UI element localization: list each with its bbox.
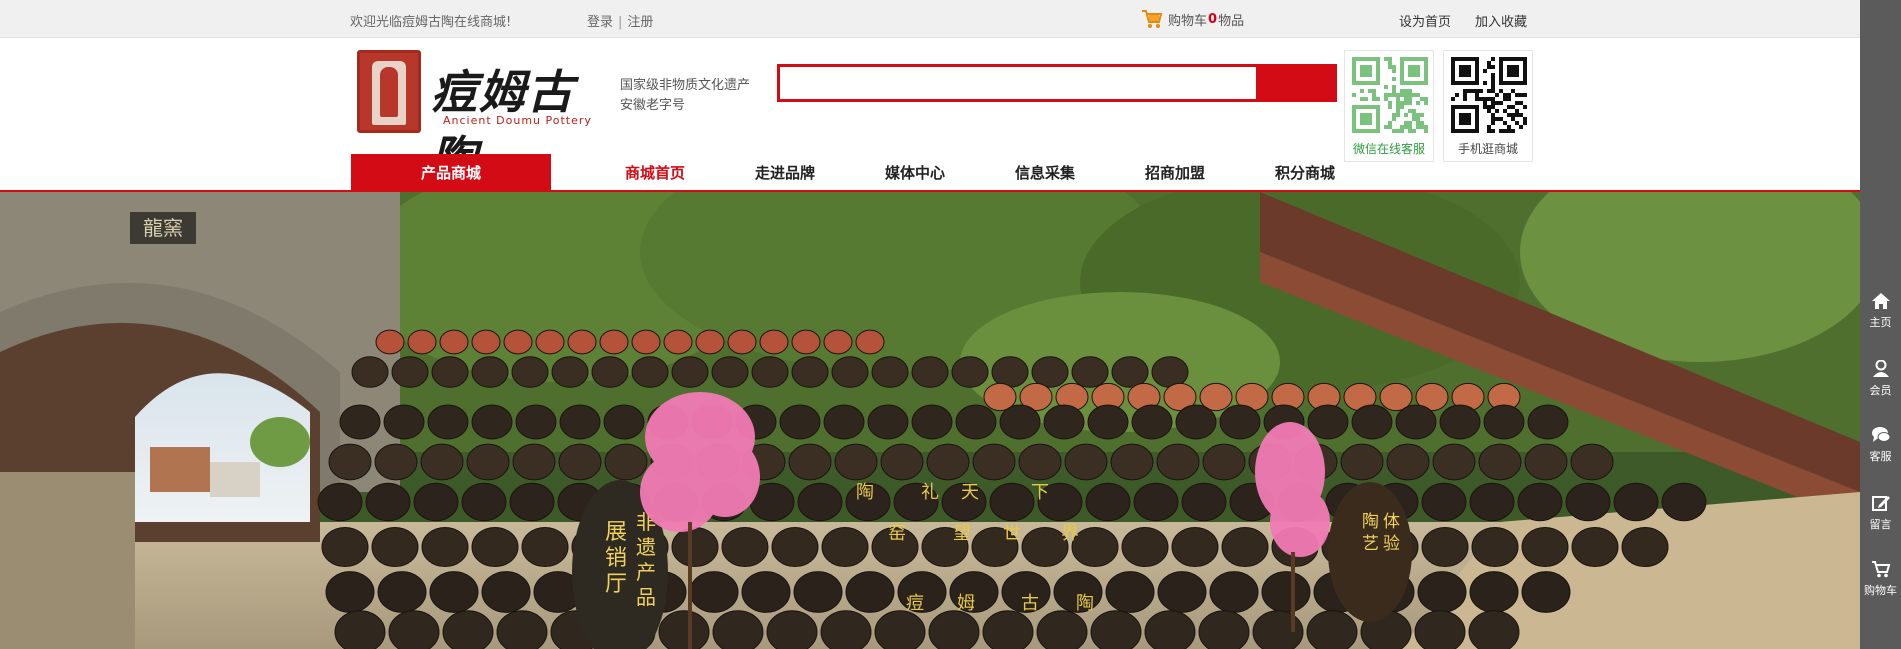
wall-char-3-3: 陶 — [1076, 593, 1094, 614]
cart-unit: 物品 — [1218, 13, 1245, 29]
sidebar-item-message[interactable]: 留言 — [1860, 488, 1901, 544]
nav-item-brand[interactable]: 走进品牌 — [755, 154, 815, 192]
banner-image: 龍窯 展 销 厅 非 遗 产 品 陶 艺 体 验 陶 礼 天 下 窑 望 世 界… — [0, 192, 1860, 649]
logo-seal — [357, 50, 421, 133]
jar-left-char-4: 遗 — [636, 535, 656, 559]
jar-left-char-5: 产 — [636, 560, 656, 584]
hero-banner[interactable]: 龍窯 展 销 厅 非 遗 产 品 陶 艺 体 验 陶 礼 天 下 窑 望 世 界… — [0, 192, 1860, 649]
cart-icon — [1142, 10, 1163, 28]
jar-left-char-6: 品 — [636, 585, 656, 609]
jar-right-char-3: 验 — [1383, 534, 1400, 554]
cart-icon — [1871, 561, 1890, 578]
wall-char-1-0: 陶 — [856, 482, 874, 503]
jar-left-char-2: 厅 — [605, 572, 627, 597]
sidebar-item-home[interactable]: 主页 — [1860, 286, 1901, 342]
cart-label: 购物车 — [1168, 13, 1208, 29]
sidebar-label-cart: 购物车 — [1864, 584, 1897, 597]
wall-char-3-2: 古 — [1021, 593, 1039, 614]
gate-sign: 龍窯 — [143, 216, 183, 240]
tagline: 国家级非物质文化遗产 安徽老字号 — [620, 76, 750, 116]
welcome-text: 欢迎光临痘姆古陶在线商城! — [350, 15, 512, 30]
mobile-qr-icon — [1451, 57, 1527, 133]
sidebar-item-cart[interactable]: 购物车 — [1860, 554, 1901, 610]
jar-right-char-0: 陶 — [1362, 512, 1379, 532]
auth-links: 登录 | 注册 — [587, 11, 653, 30]
auth-divider: | — [618, 15, 623, 30]
nav-item-points-mall[interactable]: 积分商城 — [1275, 154, 1335, 192]
user-icon — [1872, 360, 1889, 377]
sidebar-item-service[interactable]: 客服 — [1860, 420, 1901, 476]
chat-icon — [1871, 427, 1890, 442]
edit-icon — [1871, 496, 1890, 511]
wall-char-2-3: 界 — [1061, 523, 1079, 544]
product-category-button[interactable]: 产品商城 — [351, 154, 551, 192]
login-link[interactable]: 登录 — [587, 15, 613, 30]
search-input[interactable] — [780, 67, 1258, 99]
sidebar-label-home: 主页 — [1869, 316, 1892, 329]
set-home-link[interactable]: 设为首页 — [1399, 11, 1451, 30]
wall-char-1-2: 天 — [961, 482, 979, 503]
topbar-cart-link[interactable]: 购物车 0 物品 — [1141, 9, 1244, 29]
nav-item-media[interactable]: 媒体中心 — [885, 154, 945, 192]
wall-char-2-1: 望 — [953, 523, 971, 544]
wall-char-3-0: 痘 — [906, 593, 924, 614]
site-logo[interactable]: 痘姆古陶 Ancient Doumu Pottery — [357, 48, 605, 185]
nav-item-home[interactable]: 商城首页 — [625, 154, 685, 192]
right-sidebar: 主页 会员 客服 留言 购物车 — [1860, 0, 1901, 649]
sidebar-label-member: 会员 — [1869, 384, 1892, 397]
nav-item-franchise[interactable]: 招商加盟 — [1145, 154, 1205, 192]
home-icon — [1871, 293, 1890, 309]
register-link[interactable]: 注册 — [627, 15, 653, 30]
cart-count: 0 — [1208, 11, 1218, 27]
search-button[interactable] — [1256, 67, 1334, 99]
sidebar-label-service: 客服 — [1869, 450, 1892, 463]
logo-english: Ancient Doumu Pottery — [443, 114, 592, 127]
tagline-line1: 国家级非物质文化遗产 — [620, 78, 751, 93]
search-box — [777, 64, 1337, 102]
jar-left-char-0: 展 — [605, 520, 627, 545]
wall-char-2-2: 世 — [1003, 523, 1021, 544]
jar-right-char-1: 艺 — [1362, 534, 1379, 554]
main-nav: 产品商城 商城首页 走进品牌 媒体中心 信息采集 招商加盟 积分商城 — [0, 154, 1860, 192]
nav-item-info[interactable]: 信息采集 — [1015, 154, 1075, 192]
sidebar-label-message: 留言 — [1869, 518, 1892, 531]
wechat-qr-icon — [1352, 57, 1428, 133]
wechat-qr-card: 微信在线客服 — [1344, 50, 1434, 162]
wall-char-3-1: 姆 — [957, 593, 975, 614]
tagline-line2: 安徽老字号 — [620, 98, 686, 113]
jar-right-char-2: 体 — [1383, 512, 1400, 532]
wall-char-2-0: 窑 — [888, 523, 906, 544]
sidebar-item-member[interactable]: 会员 — [1860, 354, 1901, 410]
mobile-qr-card: 手机逛商城 — [1443, 50, 1533, 162]
jar-left-char-1: 销 — [605, 546, 627, 571]
add-favorite-link[interactable]: 加入收藏 — [1475, 11, 1527, 30]
wall-char-1-1: 礼 — [921, 482, 939, 503]
top-bar: 欢迎光临痘姆古陶在线商城! 登录 | 注册 购物车 0 物品 设为首页 加入收藏 — [0, 0, 1860, 38]
wall-char-1-3: 下 — [1031, 482, 1049, 503]
